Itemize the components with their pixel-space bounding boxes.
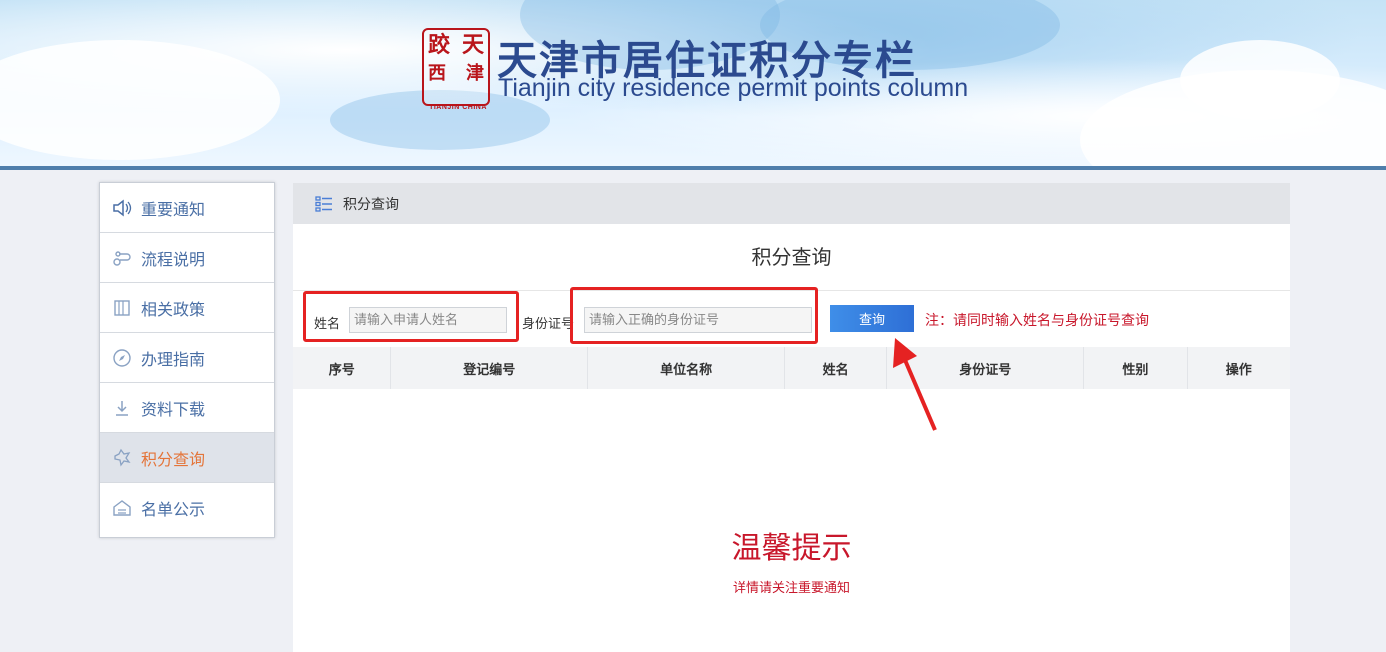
table-header-row: 序号 登记编号 单位名称 姓名 身份证号 性别 操作 — [293, 347, 1290, 389]
sidebar-item-label: 办理指南 — [141, 349, 206, 369]
book-icon — [112, 298, 132, 318]
page-title: 积分查询 — [293, 224, 1290, 291]
query-form: 姓名 身份证号 查询 注：请同时输入姓名与身份证号查询 — [293, 287, 1290, 347]
query-note: 注：请同时输入姓名与身份证号查询 — [925, 313, 1149, 329]
query-button[interactable]: 查询 — [830, 305, 914, 332]
sidebar-item-label: 名单公示 — [141, 500, 206, 519]
col-name[interactable]: 姓名 — [784, 347, 888, 389]
sidebar-item-notices[interactable]: 重要通知 — [100, 183, 274, 233]
col-registration-no[interactable]: 登记编号 — [390, 347, 589, 389]
panel-header-label: 积分查询 — [343, 196, 399, 213]
sidebar-nav: 重要通知 流程说明 相关政策 办理指南 资料下载 积分查询 名单公示 — [99, 182, 275, 538]
header-banner: 跤 天 西 津 TIANJIN CHINA 天津市居住证积分专栏 Tianjin… — [0, 0, 1386, 166]
tips-title: 温馨提示 — [731, 531, 852, 566]
tianjin-seal-logo: 跤 天 西 津 TIANJIN CHINA — [422, 28, 490, 111]
list-icon — [315, 195, 333, 213]
sidebar-item-downloads[interactable]: 资料下载 — [100, 383, 274, 433]
banner-divider — [0, 166, 1386, 170]
col-gender[interactable]: 性别 — [1083, 347, 1188, 389]
sidebar-item-policy[interactable]: 相关政策 — [100, 283, 274, 333]
id-label: 身份证号 — [522, 317, 575, 332]
sidebar-item-public-list[interactable]: 名单公示 — [100, 483, 274, 533]
sidebar-item-points-query[interactable]: 积分查询 — [100, 433, 274, 483]
compass-icon — [112, 348, 132, 368]
id-highlight-box — [570, 287, 818, 344]
col-company-name[interactable]: 单位名称 — [587, 347, 785, 389]
sidebar-item-label: 流程说明 — [141, 249, 206, 269]
panel-header: 积分查询 — [293, 183, 1290, 224]
col-actions[interactable]: 操作 — [1187, 347, 1290, 389]
sidebar-item-label: 相关政策 — [141, 299, 206, 319]
col-id-number[interactable]: 身份证号 — [886, 347, 1085, 389]
sidebar-item-process[interactable]: 流程说明 — [100, 233, 274, 283]
results-table: 序号 登记编号 单位名称 姓名 身份证号 性别 操作 — [293, 347, 1290, 389]
search-points-icon — [112, 448, 132, 468]
download-icon — [112, 398, 132, 418]
points-query-panel: 积分查询 积分查询 姓名 身份证号 查询 注：请同时输入姓名与身份证号查询 序号… — [293, 183, 1290, 652]
tips-block: 温馨提示 详情请关注重要通知 — [293, 523, 1290, 596]
list-board-icon — [112, 498, 132, 518]
sidebar-item-guide[interactable]: 办理指南 — [100, 333, 274, 383]
site-subtitle: Tianjin city residence permit points col… — [498, 74, 969, 102]
col-index[interactable]: 序号 — [293, 347, 392, 389]
sidebar-item-label: 重要通知 — [141, 199, 206, 219]
name-highlight-box — [303, 291, 519, 342]
flow-icon — [112, 248, 132, 268]
tips-subtitle: 详情请关注重要通知 — [732, 581, 850, 596]
speaker-icon — [112, 198, 132, 218]
sidebar-item-label: 资料下载 — [141, 399, 206, 419]
sidebar-item-label: 积分查询 — [141, 449, 206, 469]
